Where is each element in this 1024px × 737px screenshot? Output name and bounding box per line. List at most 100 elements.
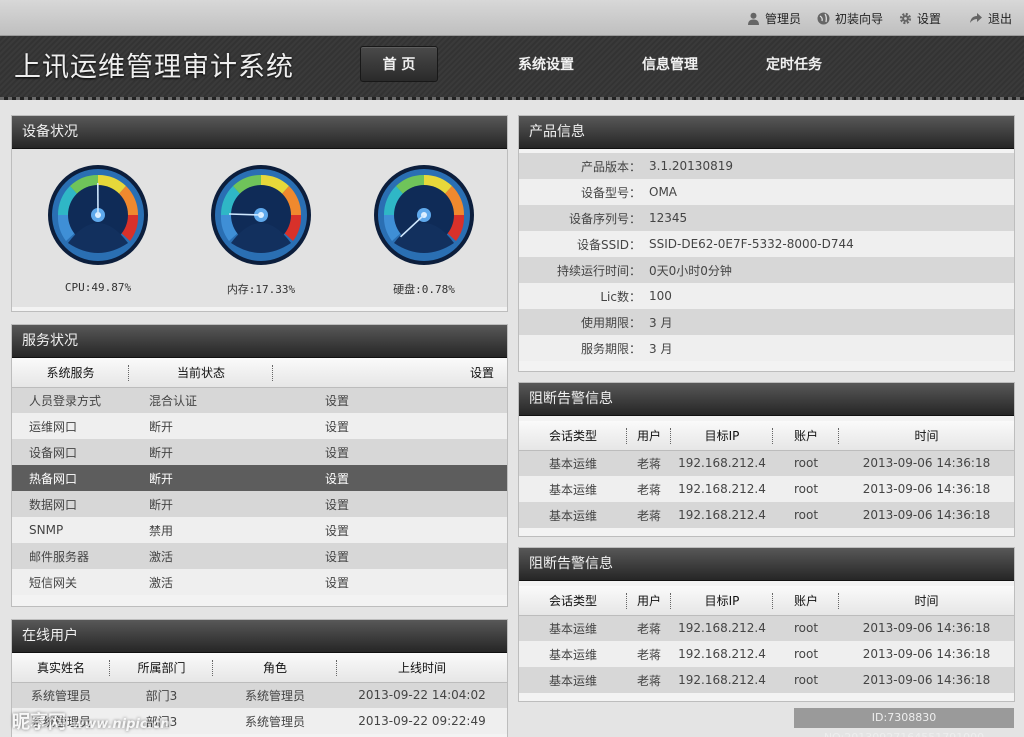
service-state: 激活	[129, 543, 273, 569]
settings-link[interactable]: 设置	[899, 10, 941, 27]
table-header-row: 真实姓名 所属部门 角色 上线时间	[12, 653, 507, 683]
target-ip: 192.168.212.4	[671, 450, 773, 476]
column-header: 角色	[213, 653, 337, 683]
settings-link-label: 设置	[916, 11, 941, 26]
service-settings-link[interactable]: 设置	[273, 413, 507, 439]
account: root	[773, 641, 839, 667]
alarm-time: 2013-09-06 14:36:18	[839, 641, 1014, 667]
table-row[interactable]: 基本运维 老蒋 192.168.212.4 root 2013-09-06 14:36:…	[519, 615, 1014, 641]
column-header: 上线时间	[337, 653, 507, 683]
nav-info-management[interactable]: 信息管理	[608, 46, 732, 82]
product-info-table: 产品版本： 3.1.20130819 设备型号： OMA 设备序列号： 12345 设…	[519, 153, 1014, 361]
service-state: 断开	[129, 439, 273, 465]
session-type: 基本运维	[519, 476, 627, 502]
table-row[interactable]: 系统管理员 部门3 系统管理员 2013-09-22 14:04:02	[12, 682, 507, 708]
info-row: 设备序列号： 12345	[519, 205, 1014, 231]
table-row[interactable]: 数据网口 断开 设置	[12, 491, 507, 517]
admin-link-label: 管理员	[764, 11, 801, 26]
alarm-user: 老蒋	[627, 476, 671, 502]
service-settings-link[interactable]: 设置	[273, 439, 507, 465]
user-role: 系统管理员	[213, 682, 337, 708]
info-key: 设备序列号：	[519, 205, 641, 231]
info-key: 设备SSID：	[519, 231, 641, 257]
service-name: 热备网口	[12, 465, 129, 491]
device-status-title: 设备状况	[12, 116, 507, 149]
table-header-row: 会话类型 用户 目标IP 账户 时间	[519, 421, 1014, 451]
table-row[interactable]: 基本运维 老蒋 192.168.212.4 root 2013-09-06 14:36:…	[519, 476, 1014, 502]
user-dept: 部门3	[110, 682, 213, 708]
user-name: 系统管理员	[12, 682, 110, 708]
logout-link[interactable]: 退出	[969, 10, 1012, 27]
service-settings-link[interactable]: 设置	[273, 491, 507, 517]
table-row[interactable]: SNMP 禁用 设置	[12, 517, 507, 543]
alarm-time: 2013-09-06 14:36:18	[839, 667, 1014, 693]
service-settings-link[interactable]: 设置	[273, 543, 507, 569]
nav-system-settings[interactable]: 系统设置	[484, 46, 608, 82]
gauge-dial-icon	[374, 165, 474, 265]
column-header: 所属部门	[110, 653, 213, 683]
info-row: Lic数： 100	[519, 283, 1014, 309]
info-key: Lic数：	[519, 283, 641, 309]
table-row[interactable]: 基本运维 老蒋 192.168.212.4 root 2013-09-06 14:36:…	[519, 667, 1014, 693]
column-header: 用户	[627, 586, 671, 616]
column-header: 设置	[273, 358, 507, 388]
service-settings-link[interactable]: 设置	[273, 517, 507, 543]
table-row[interactable]: 短信网关 激活 设置	[12, 569, 507, 595]
alarm-user: 老蒋	[627, 667, 671, 693]
device-status-panel: 设备状况 CPU:49.87% 内存:17.33% 硬盘:0.78%	[11, 115, 508, 312]
info-value: 3 月	[641, 309, 1014, 335]
top-bar: 管理员 初装向导 设置 退出	[0, 0, 1024, 36]
service-name: 短信网关	[12, 569, 129, 595]
table-row[interactable]: 运维网口 断开 设置	[12, 413, 507, 439]
account: root	[773, 667, 839, 693]
info-value: OMA	[641, 179, 1014, 205]
service-status-title: 服务状况	[12, 325, 507, 358]
target-ip: 192.168.212.4	[671, 667, 773, 693]
table-row[interactable]: 设备网口 断开 设置	[12, 439, 507, 465]
service-settings-link[interactable]: 设置	[273, 387, 507, 413]
table-row[interactable]: 基本运维 老蒋 192.168.212.4 root 2013-09-06 14:36:…	[519, 502, 1014, 528]
session-type: 基本运维	[519, 615, 627, 641]
logout-link-label: 退出	[987, 11, 1012, 26]
service-name: 数据网口	[12, 491, 129, 517]
nav-scheduled-tasks[interactable]: 定时任务	[732, 46, 856, 82]
info-key: 持续运行时间：	[519, 257, 641, 283]
table-row-selected[interactable]: 热备网口 断开 设置	[12, 465, 507, 491]
info-value: 12345	[641, 205, 1014, 231]
table-row[interactable]: 邮件服务器 激活 设置	[12, 543, 507, 569]
cpu-gauge-label: CPU:49.87%	[64, 281, 132, 294]
info-value: 100	[641, 283, 1014, 309]
column-header: 真实姓名	[12, 653, 110, 683]
service-name: 人员登录方式	[12, 387, 129, 413]
service-settings-link[interactable]: 设置	[273, 465, 507, 491]
table-row[interactable]: 基本运维 老蒋 192.168.212.4 root 2013-09-06 14:36:…	[519, 450, 1014, 476]
session-type: 基本运维	[519, 502, 627, 528]
session-type: 基本运维	[519, 667, 627, 693]
info-key: 产品版本：	[519, 153, 641, 179]
account: root	[773, 450, 839, 476]
table-row[interactable]: 人员登录方式 混合认证 设置	[12, 387, 507, 413]
nav-home[interactable]: 首 页	[360, 46, 438, 82]
info-row: 设备SSID： SSID-DE62-0E7F-5332-8000-D744	[519, 231, 1014, 257]
info-value: 3.1.20130819	[641, 153, 1014, 179]
user-login-time: 2013-09-22 14:04:02	[337, 682, 507, 708]
disk-gauge-label: 硬盘:0.78%	[393, 283, 455, 296]
info-key: 服务期限：	[519, 335, 641, 361]
user-icon	[747, 12, 759, 25]
column-header: 时间	[839, 421, 1014, 451]
top-links: 管理员 初装向导 设置 退出	[747, 0, 1012, 36]
service-state: 断开	[129, 491, 273, 517]
user-login-time: 2013-09-22 09:22:49	[337, 708, 507, 734]
service-settings-link[interactable]: 设置	[273, 569, 507, 595]
column-header: 时间	[839, 586, 1014, 616]
info-row: 持续运行时间： 0天0小时0分钟	[519, 257, 1014, 283]
image-id-strip: ID:7308830 NO:20130927164551791000	[794, 708, 1014, 737]
info-value: SSID-DE62-0E7F-5332-8000-D744	[641, 231, 1014, 257]
header-divider	[0, 97, 1024, 100]
table-row[interactable]: 基本运维 老蒋 192.168.212.4 root 2013-09-06 14:36:…	[519, 641, 1014, 667]
admin-link[interactable]: 管理员	[747, 10, 801, 27]
column-header: 目标IP	[671, 586, 773, 616]
info-key: 使用期限：	[519, 309, 641, 335]
service-state: 断开	[129, 465, 273, 491]
setup-wizard-link[interactable]: 初装向导	[817, 10, 883, 27]
